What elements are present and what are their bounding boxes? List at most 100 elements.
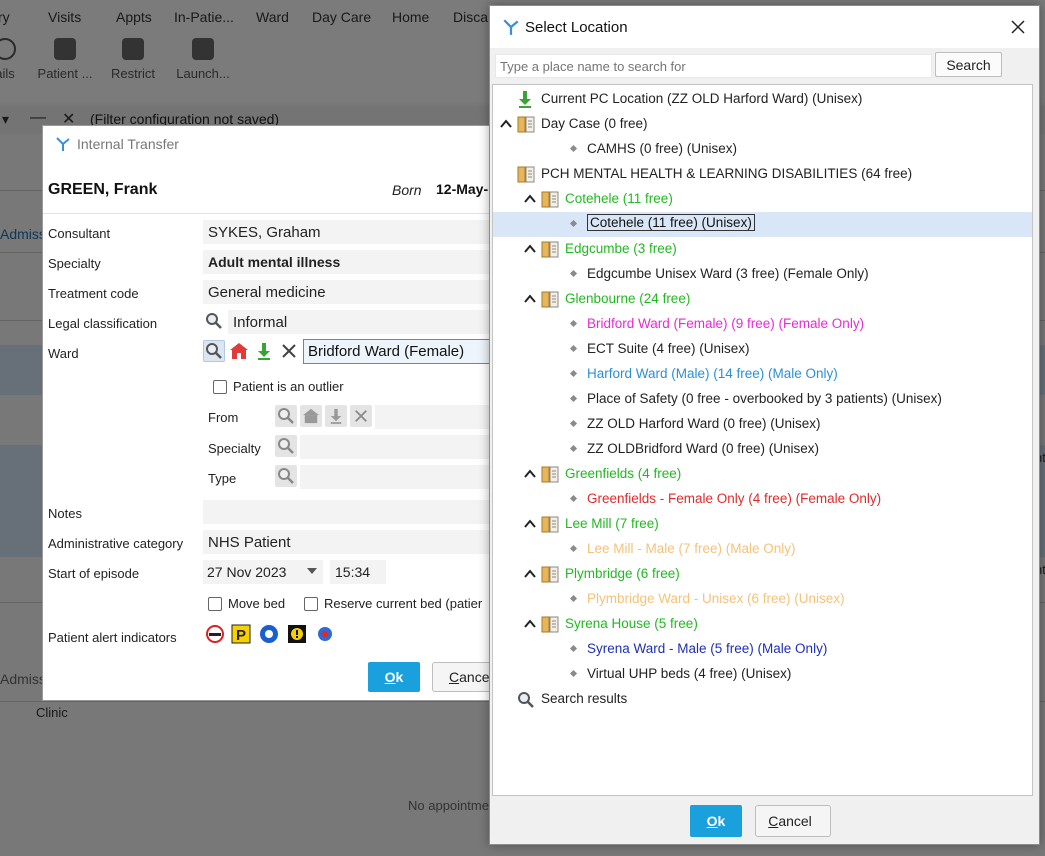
tree-row[interactable]: Plymbridge Ward - Unisex (6 free) (Unise… (493, 587, 1032, 612)
download-arrow-icon (258, 343, 270, 360)
tree-row[interactable]: Day Case (0 free) (493, 112, 1032, 137)
close-icon (1011, 20, 1025, 34)
sub-specialty-label: Specialty (208, 441, 261, 456)
chevron-up-icon[interactable] (499, 117, 513, 131)
outlier-checkbox[interactable]: Patient is an outlier (213, 379, 344, 394)
bullet-icon (569, 394, 578, 403)
from-clear-button[interactable] (350, 405, 372, 427)
tree-row[interactable]: Search results (493, 687, 1032, 712)
tree-row-label: Current PC Location (ZZ OLD Harford Ward… (541, 91, 863, 106)
reserve-bed-checkbox[interactable]: Reserve current bed (patier (304, 596, 482, 611)
bullet-icon (569, 494, 578, 503)
from-current-location-button[interactable] (325, 405, 347, 427)
tree-row[interactable]: ECT Suite (4 free) (Unisex) (493, 337, 1032, 362)
ward-folder-icon (541, 241, 559, 258)
download-arrow-icon (517, 91, 535, 108)
ward-search-button[interactable] (203, 340, 225, 362)
close-icon (355, 410, 367, 422)
tree-row[interactable]: PCH MENTAL HEALTH & LEARNING DISABILITIE… (493, 162, 1032, 187)
search-icon (206, 343, 222, 359)
ward-home-button[interactable] (228, 340, 250, 362)
location-cancel-button[interactable]: Cancel (755, 805, 831, 837)
chevron-up-icon[interactable] (523, 242, 537, 256)
chevron-up-icon[interactable] (523, 467, 537, 481)
chevron-up-icon[interactable] (523, 292, 537, 306)
type-search-button[interactable] (275, 465, 297, 487)
search-icon (517, 691, 535, 708)
search-icon (278, 408, 294, 424)
chevron-up-icon[interactable] (523, 567, 537, 581)
tree-row[interactable]: Lee Mill (7 free) (493, 512, 1032, 537)
tree-row[interactable]: Syrena Ward - Male (5 free) (Male Only) (493, 637, 1032, 662)
ward-clear-button[interactable] (278, 340, 300, 362)
warning-alert-icon[interactable] (287, 624, 307, 644)
select-location-dialog: Select Location Search Current PC Locati… (489, 5, 1040, 845)
tree-row-label: Day Case (0 free) (541, 116, 648, 131)
svg-text:P: P (236, 627, 246, 644)
tree-row[interactable]: Plymbridge (6 free) (493, 562, 1032, 587)
tree-row-label: Lee Mill (7 free) (565, 516, 659, 531)
tree-row-label: ZZ OLDBridford Ward (0 free) (Unisex) (587, 441, 820, 456)
internal-transfer-dialog: Internal Transfer GREEN, Frank Born 12-M… (42, 125, 562, 701)
start-of-episode-label: Start of episode (48, 566, 140, 581)
chevron-up-icon[interactable] (523, 617, 537, 631)
medical-alert-icon[interactable] (315, 624, 335, 644)
tree-row[interactable]: CAMHS (0 free) (Unisex) (493, 137, 1032, 162)
start-date-picker[interactable]: 27 Nov 2023 (203, 560, 323, 584)
tree-row[interactable]: Place of Safety (0 free - overbooked by … (493, 387, 1032, 412)
tree-row[interactable]: Edgcumbe (3 free) (493, 237, 1032, 262)
bullet-icon (569, 419, 578, 428)
tree-row[interactable]: Virtual UHP beds (4 free) (Unisex) (493, 662, 1032, 687)
tree-row[interactable]: Greenfields - Female Only (4 free) (Fema… (493, 487, 1032, 512)
tree-row[interactable]: Cotehele (11 free) (493, 187, 1032, 212)
tree-row[interactable]: Current PC Location (ZZ OLD Harford Ward… (493, 87, 1032, 112)
parking-alert-icon[interactable]: P (231, 624, 251, 644)
patient-banner: GREEN, Frank Born 12-May- (43, 166, 561, 214)
legal-search-button[interactable] (203, 310, 225, 332)
ward-folder-icon (541, 466, 559, 483)
search-icon (278, 468, 294, 484)
no-smoking-alert-icon[interactable] (205, 624, 225, 644)
tree-row[interactable]: ZZ OLD Harford Ward (0 free) (Unisex) (493, 412, 1032, 437)
dialog-title: Internal Transfer (55, 136, 179, 152)
chevron-up-icon[interactable] (523, 192, 537, 206)
transfer-ok-button[interactable]: Ok (368, 662, 420, 692)
tree-row[interactable]: Harford Ward (Male) (14 free) (Male Only… (493, 362, 1032, 387)
bullet-icon (569, 269, 578, 278)
tree-row[interactable]: Bridford Ward (Female) (9 free) (Female … (493, 312, 1032, 337)
from-search-button[interactable] (275, 405, 297, 427)
notes-label: Notes (48, 506, 82, 521)
move-bed-checkbox[interactable]: Move bed (208, 596, 285, 611)
close-button[interactable] (1007, 16, 1029, 38)
from-home-button[interactable] (300, 405, 322, 427)
chevron-up-icon[interactable] (523, 517, 537, 531)
circle-alert-icon[interactable] (259, 624, 279, 644)
tree-row[interactable]: Cotehele (11 free) (Unisex) (493, 212, 1032, 237)
tree-row[interactable]: ZZ OLDBridford Ward (0 free) (Unisex) (493, 437, 1032, 462)
location-ok-button[interactable]: Ok (690, 805, 742, 837)
ward-folder-icon (541, 616, 559, 633)
tree-row-label: PCH MENTAL HEALTH & LEARNING DISABILITIE… (541, 166, 913, 181)
tree-row[interactable]: Syrena House (5 free) (493, 612, 1032, 637)
ward-current-location-button[interactable] (253, 340, 275, 362)
tree-row[interactable]: Glenbourne (24 free) (493, 287, 1032, 312)
tree-row-label: ZZ OLD Harford Ward (0 free) (Unisex) (587, 416, 821, 431)
tree-row-label: Greenfields - Female Only (4 free) (Fema… (587, 491, 882, 506)
sub-specialty-search-button[interactable] (275, 435, 297, 457)
bullet-icon (569, 369, 578, 378)
location-search-button[interactable]: Search (935, 52, 1002, 77)
tree-row-label: Plymbridge Ward - Unisex (6 free) (Unise… (587, 591, 845, 606)
chevron-down-icon[interactable] (307, 568, 317, 574)
tree-row-label: Virtual UHP beds (4 free) (Unisex) (587, 666, 792, 681)
tree-row[interactable]: Greenfields (4 free) (493, 462, 1032, 487)
ward-folder-icon (541, 291, 559, 308)
start-time-field[interactable]: 15:34 (330, 560, 386, 584)
tree-row-label: Place of Safety (0 free - overbooked by … (587, 391, 942, 406)
patient-name: GREEN, Frank (48, 181, 158, 198)
tree-row-label: Syrena House (5 free) (565, 616, 698, 631)
location-search-input[interactable] (495, 54, 932, 78)
tree-row[interactable]: Edgcumbe Unisex Ward (3 free) (Female On… (493, 262, 1032, 287)
search-icon (278, 438, 294, 454)
ward-building-icon (303, 408, 319, 424)
tree-row[interactable]: Lee Mill - Male (7 free) (Male Only) (493, 537, 1032, 562)
